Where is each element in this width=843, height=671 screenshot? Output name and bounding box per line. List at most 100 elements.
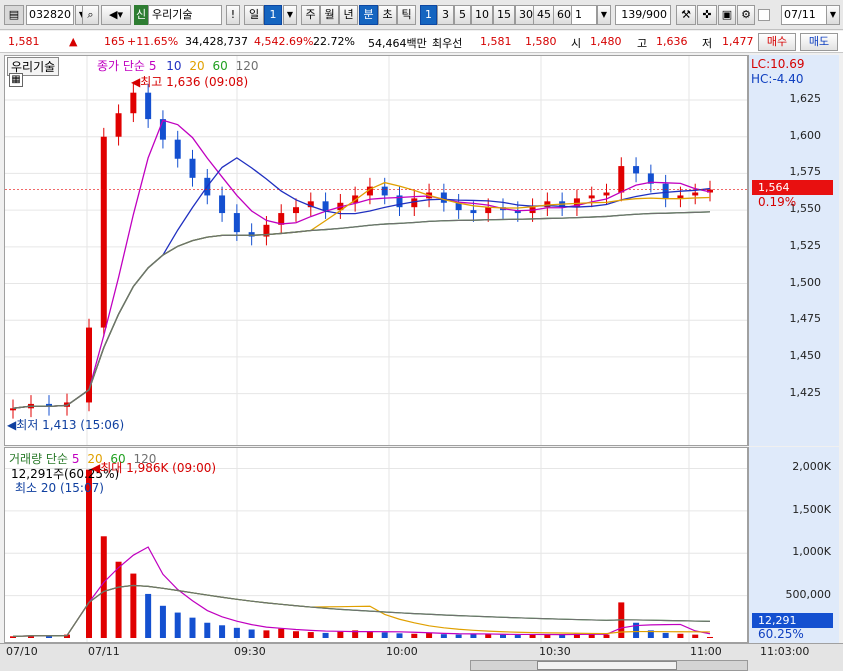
chart-toolbar: ▤ 032820 ▼ ⌕ ◀▾ 신 우리기술 ! 일 1 ▼ 주 월 년 분 초… — [0, 0, 843, 30]
price-tick-label: 1,525 — [789, 238, 822, 252]
candle-body — [603, 192, 610, 196]
interval-5-button[interactable]: 5 — [454, 5, 471, 25]
volume-chart-panel[interactable]: 거래량 단순 5 20 60 120 12,291주(60.25%) ◀최대 1… — [4, 447, 748, 643]
candle-body — [293, 207, 299, 214]
candle-body — [633, 166, 640, 174]
price-legend[interactable]: 종가 단순 5 10 20 60 120 — [97, 57, 259, 74]
candle-body — [219, 195, 226, 214]
fit-screen-icon[interactable]: ✜ — [697, 5, 717, 25]
scrollbar-thumb[interactable] — [537, 661, 677, 670]
x-label-0710: 07/10 — [6, 645, 38, 658]
volume-bar — [440, 634, 447, 638]
price-y-axis[interactable]: LC:10.69 HC:-4.40 1,625 1,600 1,575 1,550 1,… — [748, 55, 839, 446]
period-month-button[interactable]: 월 — [320, 5, 339, 25]
volume-bar — [233, 627, 240, 638]
interval-1-button[interactable]: 1 — [420, 5, 437, 25]
interval-dropdown-icon[interactable]: ▼ — [597, 5, 611, 25]
volume-bar — [692, 634, 699, 638]
volume-bar — [514, 635, 521, 638]
volume-bar — [677, 633, 684, 638]
search-icon[interactable]: ⌕ — [82, 5, 99, 25]
grid-table-icon[interactable]: ▦ — [9, 73, 23, 87]
volume-tick-label: 500,000 — [785, 587, 832, 601]
price-ma10: 10 — [166, 59, 182, 73]
time-axis[interactable]: 07/10 07/11 09:30 10:00 10:30 11:00 11:0… — [0, 643, 843, 671]
settings-gear-icon[interactable]: ⚙ — [737, 5, 755, 25]
volume-value: 34,428,737 — [185, 35, 248, 48]
period-day-button[interactable]: 일 — [244, 5, 264, 25]
price-tick-label: 1,500 — [789, 275, 822, 289]
interval-count-input[interactable]: 1 — [571, 5, 597, 25]
low-annotation: ◀최저 1,413 (15:06) — [7, 418, 125, 432]
interval-45-button[interactable]: 45 — [533, 5, 555, 25]
tick-button[interactable]: 틱 — [397, 5, 416, 25]
volume-bar — [130, 573, 137, 638]
volume-bar — [396, 633, 403, 638]
data-count-field[interactable]: 139/900 — [615, 5, 671, 25]
high-annotation-text: 최고 1,636 (09:08) — [140, 75, 249, 89]
volume-bar — [145, 593, 152, 638]
save-icon[interactable]: ▣ — [718, 5, 736, 25]
volume-bar — [278, 628, 285, 638]
x-label-1000: 10:00 — [386, 645, 418, 658]
candle-body — [470, 210, 477, 214]
low-label: 저 — [702, 37, 713, 50]
volume-bar — [381, 632, 388, 638]
price-chart-panel[interactable]: 우리기술 ▦ 종가 단순 5 10 20 60 120 ◀최고 1,636 (0… — [4, 55, 748, 446]
volume-bar — [174, 612, 181, 638]
price-ma120: 120 — [235, 59, 259, 73]
volume-bar — [204, 622, 211, 638]
alert-button[interactable]: ! — [226, 5, 240, 25]
volume-bar — [337, 631, 344, 638]
candle-body — [145, 92, 152, 120]
x-label-1100: 11:00 — [690, 645, 722, 658]
date-checkbox[interactable] — [758, 9, 770, 21]
day-count-dropdown-icon[interactable]: ▼ — [283, 5, 297, 25]
interval-10-button[interactable]: 10 — [471, 5, 493, 25]
best-quote-label: 최우선 — [432, 37, 463, 50]
volume-bar — [603, 634, 610, 638]
volume-bar — [426, 632, 433, 638]
quote-bar: 1,581 ▲ 165 +11.65% 34,428,737 4,542.69%… — [0, 31, 843, 53]
stock-name-field[interactable]: 우리기술 — [148, 5, 222, 25]
price-chart-canvas[interactable] — [5, 56, 747, 445]
stock-code-input[interactable]: 032820 — [26, 5, 74, 25]
volume-ma5: 5 — [71, 452, 80, 466]
period-day-count[interactable]: 1 — [264, 5, 282, 25]
x-label-1030: 10:30 — [539, 645, 571, 658]
minute-button[interactable]: 분 — [359, 5, 378, 25]
candle-body — [662, 183, 669, 199]
price-tick-label: 1,625 — [789, 92, 822, 106]
buy-button[interactable]: 매수 — [758, 33, 796, 51]
volume-bar — [219, 625, 226, 638]
period-year-button[interactable]: 년 — [339, 5, 358, 25]
candle-body — [322, 201, 329, 211]
hc-readout: HC:-4.40 — [751, 72, 804, 86]
interval-3-button[interactable]: 3 — [437, 5, 454, 25]
price-tick-label: 1,575 — [789, 165, 822, 179]
volume-ratio: 4,542.69% — [254, 35, 314, 48]
speaker-icon[interactable]: ◀▾ — [101, 5, 131, 25]
stock-search-icon[interactable]: ▤ — [4, 5, 24, 25]
horizontal-scrollbar[interactable] — [470, 660, 748, 671]
volume-bar — [100, 536, 107, 638]
high-label: 고 — [637, 37, 648, 50]
period-week-button[interactable]: 주 — [301, 5, 320, 25]
indicator-tools-icon[interactable]: ⚒ — [676, 5, 696, 25]
volume-tick-label: 2,000K — [792, 460, 831, 474]
sell-button[interactable]: 매도 — [800, 33, 838, 51]
volume-bar — [455, 634, 462, 638]
date-input[interactable]: 07/11 — [781, 5, 827, 25]
current-volume-tag: 12,291 — [752, 613, 833, 628]
date-dropdown-icon[interactable]: ▼ — [826, 5, 840, 25]
low-annotation-text: 최저 1,413 (15:06) — [16, 418, 125, 432]
volume-bar — [707, 636, 713, 638]
trade-amount: 54,464백만 — [368, 37, 427, 50]
x-label-0711: 07/11 — [88, 645, 120, 658]
volume-bar — [159, 605, 166, 638]
second-button[interactable]: 초 — [378, 5, 397, 25]
volume-bar — [529, 634, 536, 638]
best-ask: 1,581 — [480, 35, 512, 48]
volume-bar — [293, 631, 299, 638]
interval-15-button[interactable]: 15 — [493, 5, 515, 25]
